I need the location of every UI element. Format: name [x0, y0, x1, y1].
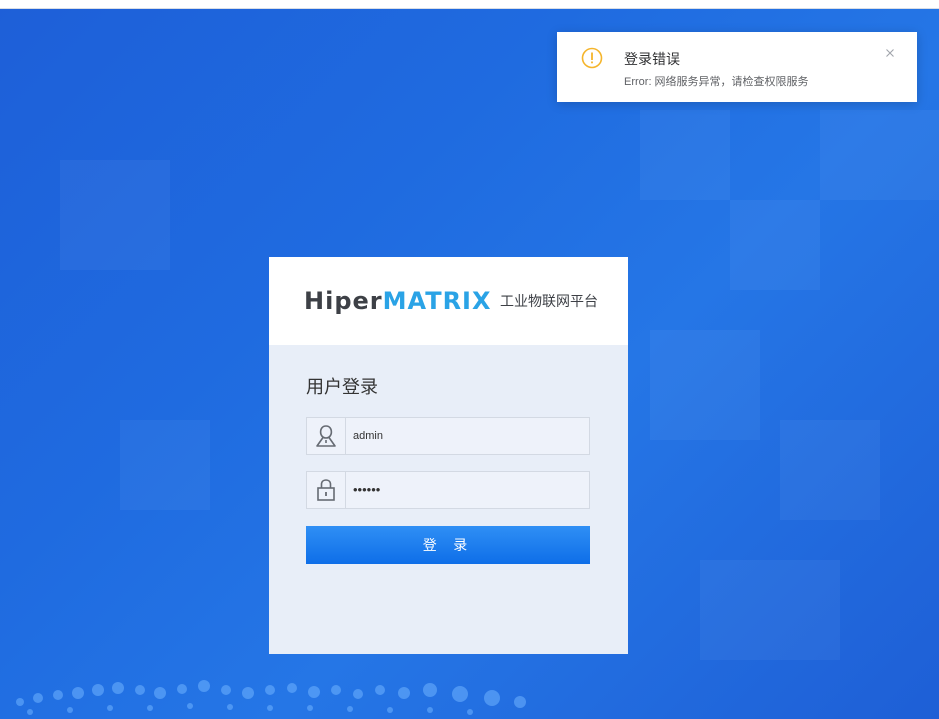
login-button[interactable]: 登 录	[306, 526, 590, 564]
logo-text-hiper: Hiper	[304, 287, 383, 315]
bg-tile	[730, 200, 820, 290]
error-notification: 登录错误 Error: 网络服务异常，请检查权限服务	[557, 32, 917, 102]
brand-logo: HiperMATRIX 工业物联网平台	[304, 287, 598, 315]
username-input[interactable]	[353, 418, 583, 454]
bg-dot-wave	[16, 680, 526, 715]
bg-tile	[120, 420, 210, 510]
card-header: HiperMATRIX 工业物联网平台	[269, 257, 628, 345]
bg-tile	[780, 420, 880, 520]
bg-tile	[700, 560, 840, 660]
window-top-divider	[0, 8, 939, 9]
bg-tile	[640, 110, 730, 200]
bg-tile	[650, 330, 760, 440]
login-card: HiperMATRIX 工业物联网平台 用户登录 •••••• 登 录	[269, 257, 628, 654]
window-top-bar	[0, 0, 939, 8]
notification-message: Error: 网络服务异常，请检查权限服务	[624, 76, 809, 88]
password-input[interactable]: ••••••	[353, 472, 583, 508]
lock-icon	[307, 472, 346, 508]
notification-title: 登录错误	[624, 51, 680, 67]
user-icon	[307, 418, 346, 454]
login-title: 用户登录	[306, 377, 378, 397]
warning-circle-icon	[581, 47, 603, 69]
bg-tile	[60, 160, 170, 270]
platform-subtitle: 工业物联网平台	[499, 293, 598, 309]
close-icon[interactable]	[882, 45, 898, 61]
username-field[interactable]	[306, 417, 590, 455]
bg-tile	[820, 110, 939, 200]
password-field[interactable]: ••••••	[306, 471, 590, 509]
logo-text-matrix: MATRIX	[382, 287, 492, 315]
